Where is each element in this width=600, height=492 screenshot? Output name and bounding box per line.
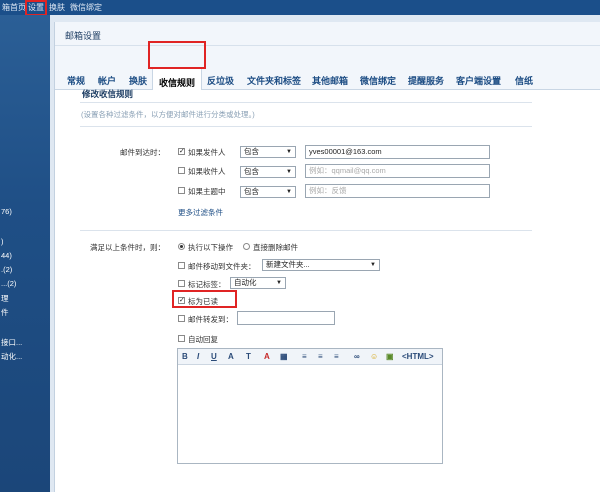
- font-size-icon[interactable]: T: [246, 352, 251, 361]
- tab-general[interactable]: 常规: [67, 74, 85, 87]
- chevron-down-icon: ▼: [286, 149, 292, 155]
- recipient-operator-value: 包含: [244, 167, 259, 176]
- move-folder-select[interactable]: 新建文件夹... ▼: [262, 259, 380, 271]
- bullet-list-icon[interactable]: ≡: [334, 352, 339, 361]
- image-icon[interactable]: ▣: [386, 352, 394, 361]
- tag-label: 标记标签：: [188, 280, 226, 289]
- recipient-checkbox[interactable]: [178, 167, 185, 174]
- tab-other-mailbox[interactable]: 其他邮箱: [312, 74, 348, 87]
- section-divider: [80, 102, 532, 103]
- sidebar-item[interactable]: 接口...: [1, 337, 22, 348]
- settings-highlight-box: [25, 0, 47, 16]
- tag-value: 自动化: [234, 278, 257, 287]
- sidebar-item[interactable]: 件: [1, 307, 9, 318]
- sidebar-item[interactable]: .(2): [1, 265, 12, 274]
- delete-radio[interactable]: [243, 243, 250, 250]
- tab-reminder[interactable]: 提醒服务: [408, 74, 444, 87]
- sidebar-item[interactable]: 动化...: [1, 351, 22, 362]
- underline-icon[interactable]: U: [211, 352, 217, 361]
- tab-skin[interactable]: 换肤: [129, 74, 147, 87]
- recipient-input[interactable]: 例如：qqmail@qq.com: [305, 164, 490, 178]
- top-nav-bar: 箱首页 设置 换肤 微信绑定: [0, 0, 600, 15]
- forward-label: 邮件转发到：: [188, 315, 233, 324]
- italic-icon[interactable]: I: [197, 352, 199, 361]
- forward-input[interactable]: [237, 311, 335, 325]
- tab-wechat-bind[interactable]: 微信绑定: [360, 74, 396, 87]
- execute-radio[interactable]: [178, 243, 185, 250]
- sender-checkbox[interactable]: ✓: [178, 148, 185, 155]
- sender-label: 如果发件人: [188, 148, 226, 157]
- subject-input[interactable]: 例如：反馈: [305, 184, 490, 198]
- move-folder-label: 邮件移动到文件夹：: [188, 262, 256, 271]
- sidebar-item[interactable]: 76): [1, 207, 12, 216]
- topbar-home-link[interactable]: 箱首页: [2, 2, 26, 13]
- settings-tabs: 常规 帐户 换肤 收信规则 反垃圾 文件夹和标签 其他邮箱 微信绑定 提醒服务 …: [55, 46, 600, 90]
- editor-toolbar: B I U A T A ▦ ≡ ≡ ≡ ∞ ☺ ▣ <HTML>: [178, 349, 442, 365]
- move-folder-checkbox[interactable]: [178, 262, 185, 269]
- chevron-down-icon: ▼: [286, 169, 292, 175]
- sidebar-item[interactable]: 44): [1, 251, 12, 260]
- font-color-icon[interactable]: A: [264, 352, 270, 361]
- then-label: 满足以上条件时，则：: [90, 243, 165, 252]
- topbar-wechat-link[interactable]: 微信绑定: [70, 2, 102, 13]
- auto-reply-checkbox[interactable]: [178, 335, 185, 342]
- sender-input[interactable]: yves00001@163.com: [305, 145, 490, 159]
- background-color-icon[interactable]: ▦: [280, 352, 288, 361]
- auto-reply-label: 自动回复: [188, 335, 218, 344]
- tag-checkbox[interactable]: [178, 280, 185, 287]
- section-divider: [80, 230, 532, 231]
- chevron-down-icon: ▼: [370, 262, 376, 268]
- subject-operator-value: 包含: [244, 187, 259, 196]
- section-description: (设置各种过滤条件，以方便对邮件进行分类或处理。): [81, 110, 255, 119]
- numbered-list-icon[interactable]: ≡: [318, 352, 323, 361]
- mark-read-highlight-box: [172, 290, 237, 308]
- more-filters-link[interactable]: 更多过滤条件: [178, 207, 223, 218]
- move-folder-value: 新建文件夹...: [266, 260, 310, 269]
- topbar-skin-link[interactable]: 换肤: [49, 2, 65, 13]
- html-mode-button[interactable]: <HTML>: [402, 352, 434, 361]
- tab-anti-spam[interactable]: 反垃圾: [207, 74, 234, 87]
- subject-operator-select[interactable]: 包含 ▼: [240, 186, 296, 198]
- sidebar-item[interactable]: 理: [1, 293, 9, 304]
- execute-label: 执行以下操作: [188, 243, 233, 252]
- subject-label: 如果主题中: [188, 187, 226, 196]
- bold-icon[interactable]: B: [182, 352, 188, 361]
- page-title: 邮箱设置: [65, 31, 102, 41]
- panel-header: 邮箱设置: [55, 22, 600, 46]
- forward-checkbox[interactable]: [178, 315, 185, 322]
- recipient-operator-select[interactable]: 包含 ▼: [240, 166, 296, 178]
- subject-checkbox[interactable]: [178, 187, 185, 194]
- align-icon[interactable]: ≡: [302, 352, 307, 361]
- sender-operator-value: 包含: [244, 147, 259, 156]
- link-icon[interactable]: ∞: [354, 352, 360, 361]
- section-title: 修改收信规则: [82, 89, 134, 99]
- when-arrives-label: 邮件到达时：: [120, 148, 165, 157]
- sidebar-item[interactable]: ): [1, 237, 4, 246]
- delete-label: 直接删除邮件: [253, 243, 298, 252]
- chevron-down-icon: ▼: [276, 280, 282, 286]
- tab-stationery[interactable]: 信纸: [515, 74, 533, 87]
- tab-folders-labels[interactable]: 文件夹和标签: [247, 74, 301, 87]
- recipient-label: 如果收件人: [188, 167, 226, 176]
- tab-client-settings[interactable]: 客户端设置: [456, 74, 501, 87]
- tab-account[interactable]: 帐户: [98, 74, 116, 87]
- emoji-icon[interactable]: ☺: [370, 352, 378, 361]
- chevron-down-icon: ▼: [286, 189, 292, 195]
- font-icon[interactable]: A: [228, 352, 234, 361]
- sidebar-item[interactable]: ...(2): [1, 279, 16, 288]
- auto-reply-editor[interactable]: B I U A T A ▦ ≡ ≡ ≡ ∞ ☺ ▣ <HTML>: [177, 348, 443, 464]
- tab-mail-rules[interactable]: 收信规则: [152, 68, 203, 90]
- sender-operator-select[interactable]: 包含 ▼: [240, 146, 296, 158]
- sidebar: 76) ) 44) .(2) ...(2) 理 件 接口... 动化...: [0, 15, 50, 492]
- mail-rules-highlight-box: [148, 41, 206, 69]
- section-divider: [80, 126, 532, 127]
- tag-select[interactable]: 自动化 ▼: [230, 277, 286, 289]
